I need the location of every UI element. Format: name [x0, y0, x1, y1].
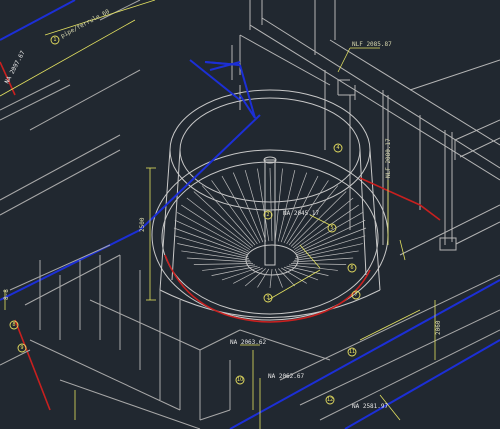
callout-bubble[interactable]: 10 — [235, 375, 245, 385]
annotation-na-center: NA 2045.17 — [283, 210, 320, 217]
annotation-nlf-top: NLF 2085.87 — [352, 41, 392, 48]
dimension-left: 8-8 — [3, 289, 10, 300]
svg-text:4: 4 — [336, 145, 339, 151]
dimension-bottom: 2060 — [435, 320, 442, 335]
svg-text:3: 3 — [266, 295, 269, 301]
svg-text:7: 7 — [354, 292, 357, 298]
annotation-na-bottom3: NA 2581.97 — [352, 403, 389, 410]
cad-drawing-viewport[interactable]: 123456789101112 NLF 2085.87 NLF 2080.17 … — [0, 0, 500, 429]
svg-text:12: 12 — [327, 397, 333, 403]
annotation-na-bottom2: NA 2062.67 — [268, 373, 305, 380]
svg-text:2: 2 — [266, 212, 269, 218]
svg-text:11: 11 — [349, 349, 355, 355]
svg-text:10: 10 — [237, 377, 243, 383]
callout-bubble[interactable]: 12 — [325, 395, 335, 405]
svg-text:9: 9 — [20, 345, 23, 351]
dimension-mid: 2500 — [139, 217, 146, 232]
callout-bubble[interactable]: 11 — [347, 347, 357, 357]
annotation-nlf-right: NLF 2080.17 — [385, 138, 392, 178]
svg-text:5: 5 — [330, 225, 333, 231]
svg-text:1: 1 — [53, 37, 56, 43]
svg-text:6: 6 — [350, 265, 353, 271]
drawing-background — [0, 0, 500, 429]
annotation-na-bottom1: NA 2063.62 — [230, 339, 267, 346]
svg-text:8: 8 — [12, 322, 15, 328]
